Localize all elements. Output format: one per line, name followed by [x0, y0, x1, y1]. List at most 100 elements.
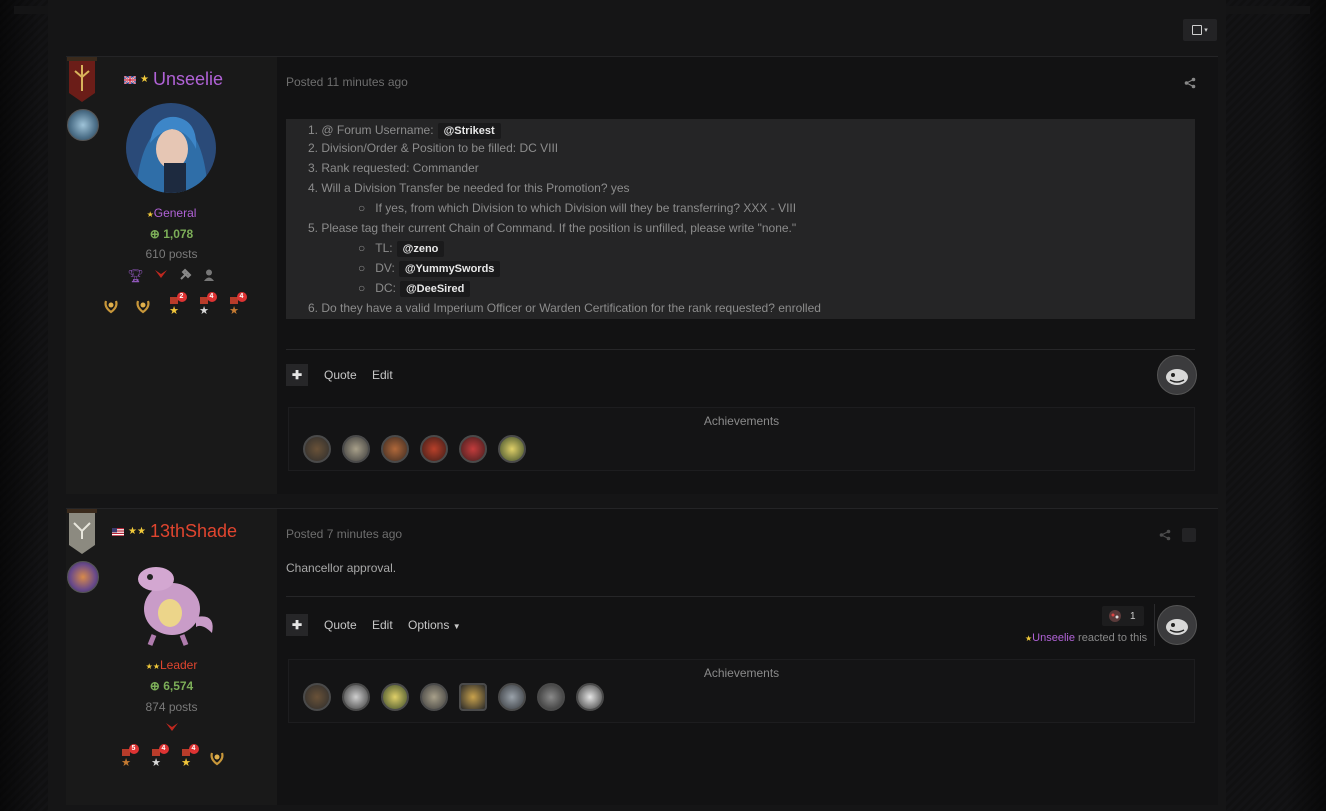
mention-link[interactable]: @YummySwords — [398, 261, 501, 277]
list-item: 6. Do they have a valid Imperium Officer… — [308, 301, 821, 315]
svg-text:★: ★ — [121, 757, 131, 767]
achievements-title: Achievements — [703, 414, 780, 428]
mention-link[interactable]: @Strikest — [437, 123, 501, 139]
divider — [286, 596, 1195, 597]
medal-row: ★ 2 ★ 4 ★ 4 — [66, 292, 277, 317]
select-post-checkbox[interactable] — [1182, 528, 1196, 542]
reputation-count: ⊕ 6,574 — [149, 679, 194, 693]
group-star-icon: ★★ — [145, 662, 160, 671]
demon-achievement-icon[interactable] — [420, 435, 448, 463]
edit-button[interactable]: Edit — [372, 618, 393, 632]
compass-achievement-icon[interactable] — [303, 683, 331, 711]
helmet-achievement-icon[interactable] — [342, 435, 370, 463]
multiquote-plus-button[interactable]: ✚ — [286, 614, 308, 636]
bronze-star-medal-icon: ★ 5 — [118, 744, 139, 769]
post-body-text: Chancellor approval. — [286, 561, 397, 575]
uk-flag-icon — [124, 75, 136, 84]
svg-text:★: ★ — [199, 305, 209, 315]
achievement-icons — [303, 435, 526, 463]
post-timestamp[interactable]: Posted 7 minutes ago — [286, 527, 402, 541]
plus-circle-icon: ⊕ — [149, 679, 160, 693]
author-name-link[interactable]: 13thShade — [150, 521, 237, 542]
knot-achievement-icon[interactable] — [498, 683, 526, 711]
list-item: 1. @ Forum Username: @Strikest — [308, 123, 501, 139]
svg-text:★: ★ — [151, 757, 161, 767]
gold-star-medal-icon: ★ 2 — [166, 292, 187, 317]
author-panel: ★★ 13thShade ★★Leader ⊕ 6,574 874 posts — [66, 509, 277, 805]
quote-button[interactable]: Quote — [324, 368, 357, 382]
tree-achievement-icon[interactable] — [498, 435, 526, 463]
list-item: 5. Please tag their current Chain of Com… — [308, 221, 797, 235]
achievements-panel: Achievements — [288, 407, 1195, 471]
plus-circle-icon: ⊕ — [149, 227, 160, 241]
post-count: 610 posts — [145, 247, 198, 261]
rank-star-icon: ★ — [140, 74, 149, 85]
svg-text:★: ★ — [181, 757, 191, 767]
sub-list-item: ○ DC: @DeeSired — [358, 281, 471, 297]
options-dropdown[interactable]: Options ▼ — [408, 618, 461, 632]
author-name-row: ★★ 13thShade — [112, 521, 237, 542]
shield-achievement-icon[interactable] — [459, 683, 487, 711]
key-achievement-icon[interactable] — [537, 683, 565, 711]
medal-count-badge: 2 — [176, 292, 187, 302]
mention-link[interactable]: @zeno — [396, 241, 445, 257]
sub-list-item: ○ DV: @YummySwords — [358, 261, 501, 277]
post-unseelie: ★ Unseelie ★General ⊕ 1,078 610 posts 🏆︎ — [66, 56, 1218, 494]
award-icons-row — [66, 721, 277, 735]
medal-count-badge: 4 — [236, 292, 247, 302]
react-button-avatar[interactable] — [1157, 605, 1197, 645]
person-icon — [203, 269, 214, 281]
author-name-link[interactable]: Unseelie — [153, 69, 223, 90]
list-item: 2. Division/Order & Position to be fille… — [308, 141, 559, 155]
medal-count-badge: 4 — [158, 744, 169, 754]
edit-button[interactable]: Edit — [372, 368, 393, 382]
award-icons-row: 🏆︎ — [66, 268, 277, 284]
red-wings-icon — [154, 270, 167, 278]
silver-star-medal-icon: ★ 4 — [196, 292, 217, 317]
author-name-row: ★ Unseelie — [124, 69, 223, 90]
share-icon[interactable] — [1159, 529, 1171, 541]
multiquote-plus-button[interactable]: ✚ — [286, 364, 308, 386]
reaction-summary[interactable]: ★Unseelie reacted to this — [1025, 632, 1147, 644]
author-avatar[interactable] — [126, 557, 222, 647]
divider — [286, 349, 1195, 350]
caret-down-icon: ▼ — [452, 622, 461, 631]
comet-achievement-icon[interactable] — [576, 683, 604, 711]
reaction-count: 1 — [1130, 610, 1136, 622]
reaction-count-badge[interactable]: 1 — [1102, 606, 1144, 626]
author-group: ★General — [146, 206, 197, 220]
medal-count-badge: 5 — [128, 744, 139, 754]
group-star-icon: ★ — [146, 210, 154, 219]
author-panel: ★ Unseelie ★General ⊕ 1,078 610 posts 🏆︎ — [66, 57, 277, 494]
svg-text:★: ★ — [229, 305, 239, 315]
gold-laurel-icon — [103, 300, 118, 314]
checkbox-icon — [1192, 25, 1203, 35]
compass-achievement-icon[interactable] — [303, 435, 331, 463]
bronze-star-medal-icon: ★ 4 — [226, 292, 247, 317]
achievement-icons — [303, 683, 604, 711]
knot-achievement-icon[interactable] — [459, 435, 487, 463]
gold-laurel-icon — [209, 752, 224, 766]
medal-count-badge: 4 — [206, 292, 217, 302]
post-timestamp[interactable]: Posted 11 minutes ago — [286, 75, 408, 89]
achievements-panel: Achievements — [288, 659, 1195, 723]
hammer-icon — [180, 268, 192, 280]
us-flag-icon — [112, 527, 124, 536]
author-avatar[interactable] — [126, 103, 216, 193]
share-icon[interactable] — [1184, 77, 1196, 89]
medal-count-badge: 4 — [188, 744, 199, 754]
react-button-avatar[interactable] — [1157, 355, 1197, 395]
helmet-achievement-icon[interactable] — [420, 683, 448, 711]
achievements-title: Achievements — [703, 666, 780, 680]
chest-achievement-icon[interactable] — [381, 435, 409, 463]
division-badge-icon — [67, 561, 99, 593]
swirl-achievement-icon[interactable] — [342, 683, 370, 711]
moderation-select-button[interactable]: ▾ — [1183, 19, 1217, 41]
mention-link[interactable]: @DeeSired — [399, 281, 471, 297]
tree-achievement-icon[interactable] — [381, 683, 409, 711]
quote-button[interactable]: Quote — [324, 618, 357, 632]
list-item: 3. Rank requested: Commander — [308, 161, 479, 175]
rank-banner-icon — [66, 509, 98, 554]
reaction-divider — [1154, 604, 1155, 646]
post-quote-block: 1. @ Forum Username: @Strikest 2. Divisio… — [286, 119, 1195, 319]
